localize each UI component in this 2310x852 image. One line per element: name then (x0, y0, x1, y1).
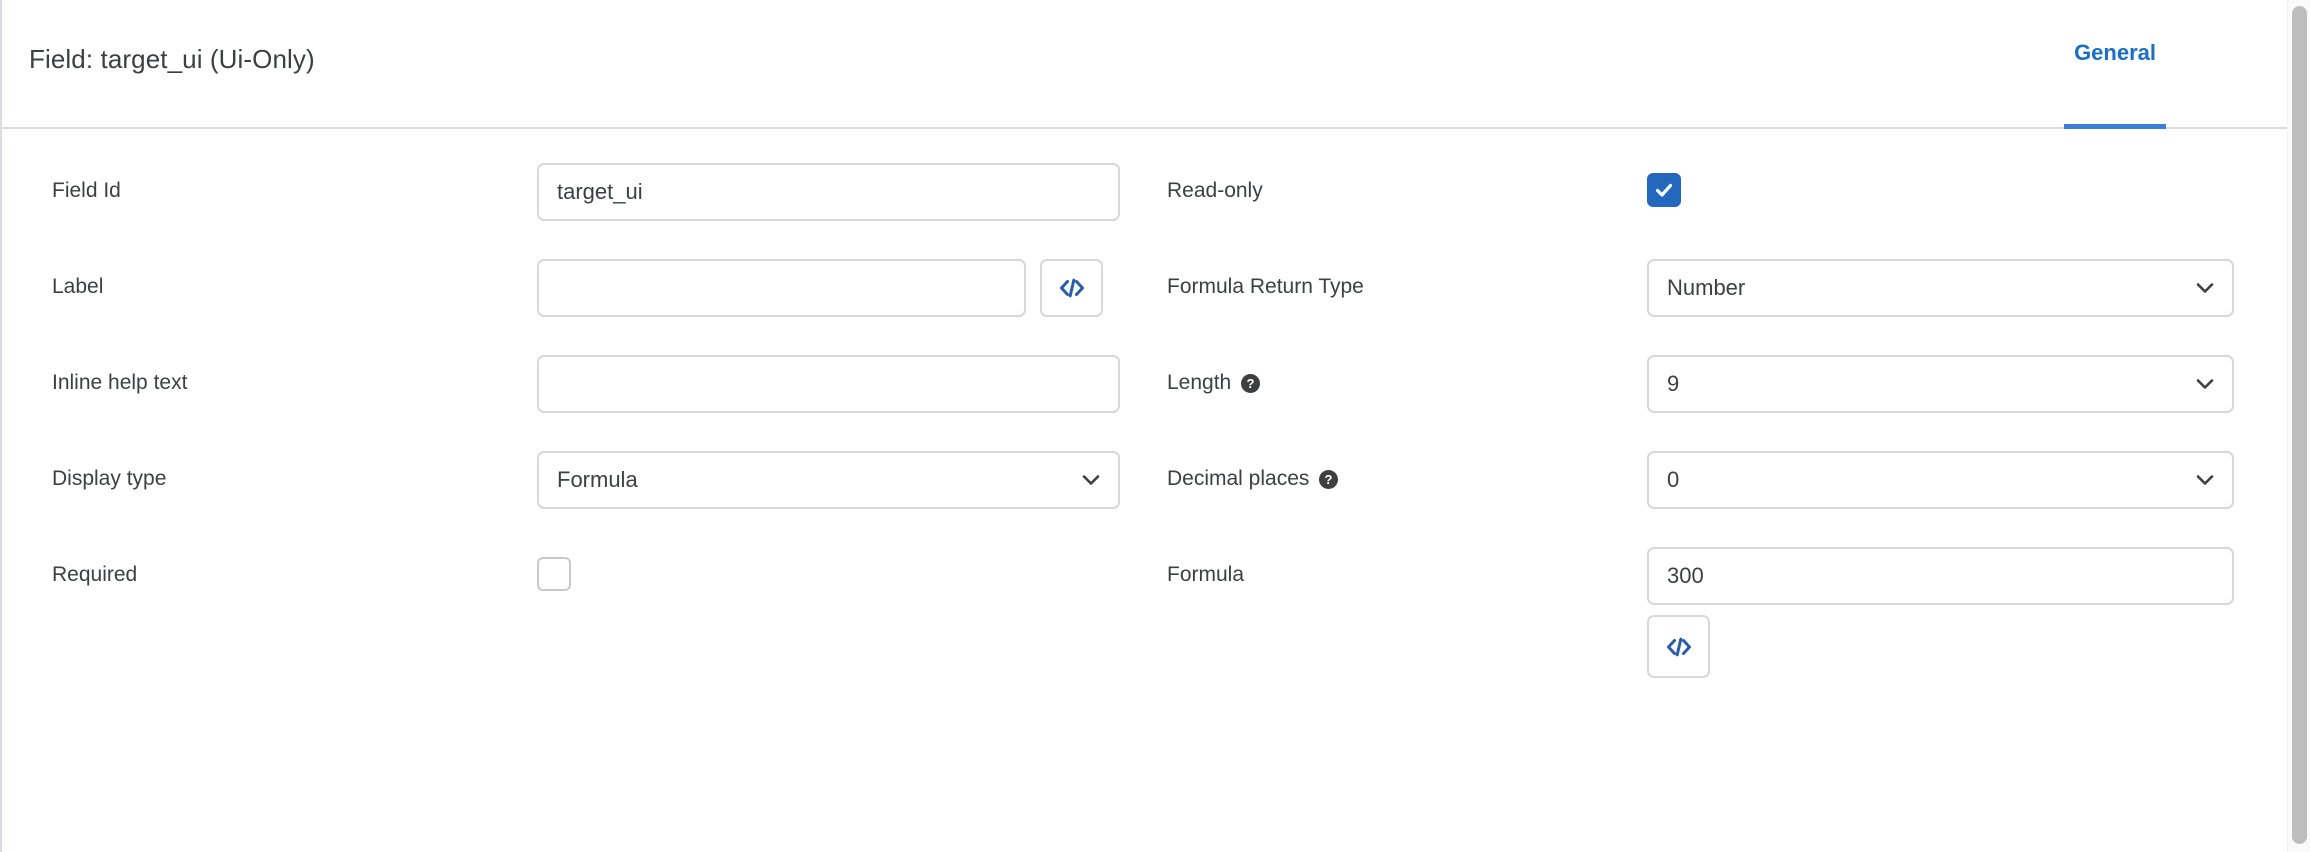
formula-input[interactable] (1647, 547, 2234, 605)
form-row-formula-return-type: Formula Return Type Number (1157, 259, 2287, 355)
vertical-scrollbar[interactable] (2287, 0, 2310, 852)
form-row-field-id: Field Id (2, 163, 1157, 259)
required-checkbox[interactable] (537, 557, 571, 591)
form-left-column: Field Id Label (2, 163, 1157, 678)
read-only-control (1647, 163, 2287, 207)
formula-return-type-control: Number (1647, 259, 2287, 317)
length-control: 9 (1647, 355, 2287, 413)
inline-help-text-label: Inline help text (52, 371, 188, 394)
form-row-length: Length ? 9 (1157, 355, 2287, 451)
length-select[interactable]: 9 (1647, 355, 2234, 413)
check-icon (1655, 183, 1673, 197)
decimal-places-select[interactable]: 0 (1647, 451, 2234, 509)
label-label: Label (52, 275, 104, 298)
label-code-button[interactable] (1040, 259, 1103, 317)
length-label-group: Length ? (1157, 355, 1647, 395)
display-type-select[interactable]: Formula (537, 451, 1120, 509)
inline-help-text-control (537, 355, 1157, 413)
display-type-value: Formula (557, 467, 638, 492)
code-icon (1059, 278, 1085, 298)
formula-return-type-label: Formula Return Type (1167, 275, 1364, 298)
formula-label: Formula (1167, 563, 1245, 586)
form-row-read-only: Read-only (1157, 163, 2287, 259)
field-id-input[interactable] (537, 163, 1120, 221)
chevron-down-icon (2194, 277, 2216, 299)
code-icon (1666, 637, 1692, 657)
form-row-required: Required (2, 547, 1157, 643)
svg-text:?: ? (1247, 376, 1255, 391)
display-type-control: Formula (537, 451, 1157, 509)
label-input[interactable] (537, 259, 1026, 317)
form-row-decimal-places: Decimal places ? 0 (1157, 451, 2287, 547)
form-row-inline-help-text: Inline help text (2, 355, 1157, 451)
tab-general[interactable]: General (2064, 0, 2166, 129)
tab-general-label: General (2074, 40, 2156, 65)
help-icon[interactable]: ? (1318, 469, 1339, 490)
field-settings-screen: Field: target_ui (Ui-Only) General Field… (0, 0, 2310, 852)
required-label: Required (52, 563, 138, 586)
decimal-places-label-group: Decimal places ? (1157, 451, 1647, 491)
read-only-label: Read-only (1167, 179, 1263, 202)
decimal-places-control: 0 (1647, 451, 2287, 509)
chevron-down-icon (2194, 373, 2216, 395)
length-label: Length (1167, 371, 1232, 394)
formula-stack (1647, 547, 2234, 678)
field-id-label: Field Id (52, 179, 121, 202)
settings-form: Field Id Label (2, 129, 2287, 852)
decimal-places-label: Decimal places (1167, 467, 1310, 490)
form-right-column: Read-only Formula Return Type Number Len… (1157, 163, 2287, 678)
formula-control (1647, 547, 2287, 678)
help-icon[interactable]: ? (1240, 373, 1261, 394)
read-only-checkbox[interactable] (1647, 173, 1681, 207)
decimal-places-value: 0 (1667, 467, 1680, 492)
panel-header: Field: target_ui (Ui-Only) General (2, 0, 2287, 129)
scrollbar-thumb[interactable] (2292, 6, 2307, 844)
form-row-display-type: Display type Formula (2, 451, 1157, 547)
display-type-label: Display type (52, 467, 167, 490)
chevron-down-icon (2194, 469, 2216, 491)
chevron-down-icon (1080, 469, 1102, 491)
form-columns: Field Id Label (2, 163, 2287, 678)
required-control (537, 547, 1157, 591)
length-value: 9 (1667, 371, 1680, 396)
formula-return-type-select[interactable]: Number (1647, 259, 2234, 317)
label-control (537, 259, 1157, 317)
formula-code-button[interactable] (1647, 615, 1710, 678)
inline-help-text-input[interactable] (537, 355, 1120, 413)
field-settings-panel: Field: target_ui (Ui-Only) General Field… (0, 0, 2287, 852)
field-id-control (537, 163, 1157, 221)
tab-bar: General (2064, 0, 2166, 129)
form-row-label: Label (2, 259, 1157, 355)
form-row-formula: Formula (1157, 547, 2287, 678)
page-title: Field: target_ui (Ui-Only) (29, 44, 315, 74)
formula-return-type-value: Number (1667, 275, 1746, 300)
svg-text:?: ? (1325, 472, 1333, 487)
